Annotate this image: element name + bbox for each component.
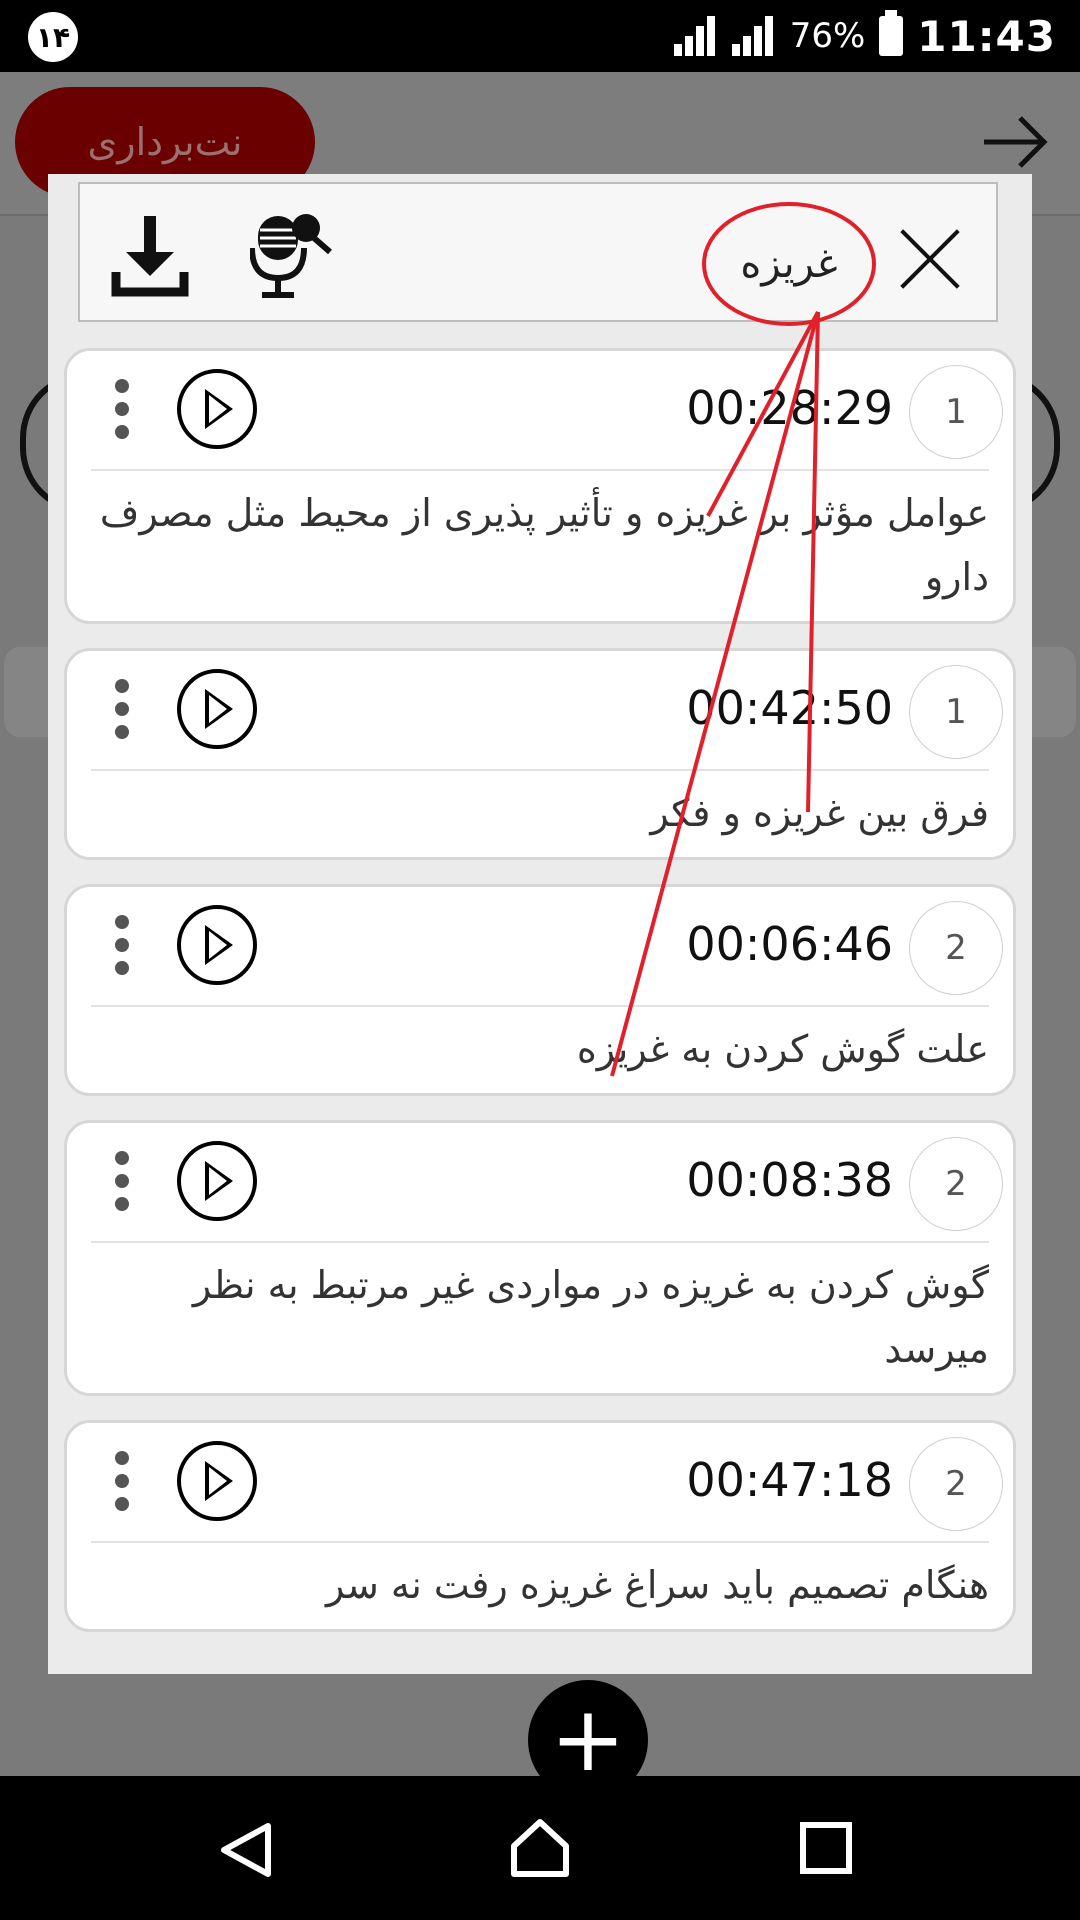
play-icon[interactable] bbox=[177, 369, 257, 449]
results-list[interactable]: 00:28:29 1 عوامل مؤثر بر غریزه و تأثیر پ… bbox=[64, 348, 1016, 1674]
result-text: علت گوش کردن به غریزه bbox=[576, 1027, 989, 1071]
voice-search-icon[interactable] bbox=[249, 208, 336, 304]
result-number: 2 bbox=[909, 1437, 1003, 1531]
navigation-bar bbox=[0, 1776, 1080, 1920]
close-icon[interactable] bbox=[896, 229, 956, 289]
play-icon[interactable] bbox=[177, 1441, 257, 1521]
result-timestamp: 00:42:50 bbox=[686, 681, 893, 735]
result-timestamp: 00:06:46 bbox=[686, 917, 893, 971]
search-term-label: غریزه bbox=[702, 202, 876, 326]
card-header: 00:42:50 1 bbox=[91, 651, 1003, 771]
result-timestamp: 00:47:18 bbox=[686, 1453, 893, 1507]
play-icon[interactable] bbox=[177, 905, 257, 985]
result-card[interactable]: 00:47:18 2 هنگام تصمیم باید سراغ غریزه ر… bbox=[64, 1420, 1016, 1632]
search-results-dialog: غریزه 00:28:29 1 عوامل مؤثر بر غریزه و ت… bbox=[48, 174, 1032, 1800]
result-text: فرق بین غریزه و فکر bbox=[650, 791, 989, 835]
card-header: 00:47:18 2 bbox=[91, 1423, 1003, 1543]
card-header: 00:06:46 2 bbox=[91, 887, 1003, 1007]
result-card[interactable]: 00:06:46 2 علت گوش کردن به غریزه bbox=[64, 884, 1016, 1096]
result-card[interactable]: 00:42:50 1 فرق بین غریزه و فکر bbox=[64, 648, 1016, 860]
result-card[interactable]: 00:28:29 1 عوامل مؤثر بر غریزه و تأثیر پ… bbox=[64, 348, 1016, 624]
result-text: عوامل مؤثر بر غریزه و تأثیر پذیری از محی… bbox=[99, 491, 989, 599]
more-options-icon[interactable] bbox=[115, 379, 131, 439]
result-text: هنگام تصمیم باید سراغ غریزه رفت نه سر bbox=[326, 1563, 989, 1607]
status-bar: ۱۴ 76% 11:43 bbox=[0, 0, 1080, 72]
card-header: 00:28:29 1 bbox=[91, 351, 1003, 471]
nav-home-icon[interactable] bbox=[508, 1816, 572, 1880]
more-options-icon[interactable] bbox=[115, 1451, 131, 1511]
result-timestamp: 00:28:29 bbox=[686, 381, 893, 435]
download-icon[interactable] bbox=[110, 212, 190, 302]
clock: 11:43 bbox=[917, 11, 1056, 61]
status-icons: 76% 11:43 bbox=[673, 0, 1056, 72]
nav-recent-apps-icon[interactable] bbox=[800, 1822, 852, 1874]
result-card[interactable]: 00:08:38 2 گوش کردن به غریزه در مواردی غ… bbox=[64, 1120, 1016, 1396]
dialog-header: غریزه bbox=[78, 182, 998, 326]
result-number: 1 bbox=[909, 665, 1003, 759]
signal-icon bbox=[731, 16, 776, 56]
more-options-icon[interactable] bbox=[115, 1151, 131, 1211]
play-icon[interactable] bbox=[177, 1141, 257, 1221]
play-icon[interactable] bbox=[177, 669, 257, 749]
result-number: 2 bbox=[909, 1137, 1003, 1231]
nav-back-icon[interactable] bbox=[216, 1820, 276, 1880]
more-options-icon[interactable] bbox=[115, 679, 131, 739]
result-text: گوش کردن به غریزه در مواردی غیر مرتبط به… bbox=[192, 1263, 989, 1371]
card-header: 00:08:38 2 bbox=[91, 1123, 1003, 1243]
result-number: 1 bbox=[909, 365, 1003, 459]
more-options-icon[interactable] bbox=[115, 915, 131, 975]
result-timestamp: 00:08:38 bbox=[686, 1153, 893, 1207]
battery-percent: 76% bbox=[789, 16, 866, 56]
notification-badge: ۱۴ bbox=[28, 12, 78, 62]
battery-icon bbox=[879, 10, 904, 56]
signal-icon bbox=[673, 16, 718, 56]
result-number: 2 bbox=[909, 901, 1003, 995]
